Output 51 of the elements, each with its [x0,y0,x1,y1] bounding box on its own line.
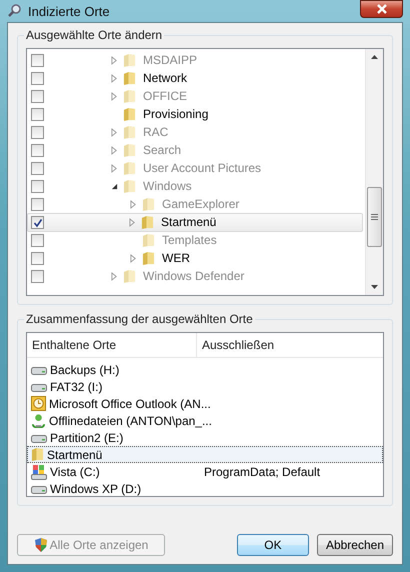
location-name[interactable]: Offlinedateien (ANTON\pan_... [49,414,212,428]
scroll-down-icon[interactable] [371,285,378,289]
expand-arrow-icon[interactable] [110,272,118,280]
location-name[interactable]: Vista (C:) [50,464,100,478]
checkbox[interactable] [31,72,44,85]
location-name[interactable]: Microsoft Office Outlook (AN... [49,396,211,410]
location-name[interactable]: Partition2 (E:) [50,430,124,444]
checkbox[interactable] [31,108,44,121]
cancel-button[interactable]: Abbrechen [316,534,393,556]
checkbox[interactable] [31,216,44,229]
grip-icon [371,214,378,220]
scroll-up-icon[interactable] [371,55,378,59]
folder-label[interactable]: Startmenü [157,215,216,229]
window-title: Indizierte Orte [28,4,111,18]
folder-label[interactable]: Network [139,71,188,85]
checkbox[interactable] [31,252,44,265]
location-name[interactable]: Startmenü [47,448,102,462]
checkbox[interactable] [31,198,44,211]
checkbox[interactable] [31,90,44,103]
checkbox[interactable] [31,126,44,139]
drive-icon [31,364,47,374]
checkbox[interactable] [31,162,44,175]
column-header[interactable]: Enthaltene Orte [27,333,197,357]
group-title: Zusammenfassung der ausgewählten Orte [24,312,255,326]
ok-button[interactable]: OK [236,534,309,556]
group-title: Ausgewählte Orte ändern [24,28,164,42]
collapse-arrow-icon[interactable] [110,182,118,190]
drive-icon [31,382,47,392]
scrollbar[interactable] [365,49,383,295]
drive-icon [31,432,47,442]
expand-arrow-icon[interactable] [130,254,136,262]
close-button[interactable] [360,0,403,18]
checkbox[interactable] [31,144,44,157]
folder-label[interactable]: WER [158,251,190,265]
close-icon [376,3,388,15]
folder-label[interactable]: Provisioning [139,107,208,121]
location-name[interactable]: FAT32 (I:) [50,380,102,394]
checkbox[interactable] [31,54,44,67]
search-icon [7,3,23,19]
location-name[interactable]: Backups (H:) [50,362,120,376]
checkbox[interactable] [31,270,44,283]
folder-icon [31,447,44,462]
exclusion-text: ProgramData; Default [204,464,320,478]
clock-icon [31,396,46,411]
location-name[interactable]: Windows XP (D:) [50,482,142,496]
system-drive-icon [31,464,47,480]
column-header[interactable]: Ausschließen [197,338,383,352]
checkbox[interactable] [31,180,44,193]
shield-icon [34,537,48,553]
checkbox[interactable] [31,234,44,247]
drive-icon [31,484,47,494]
